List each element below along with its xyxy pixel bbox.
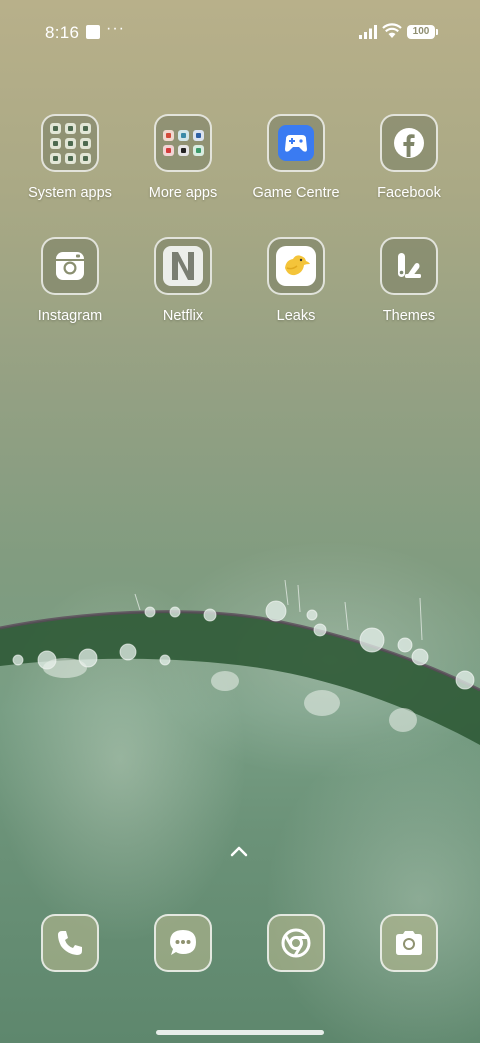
app-instagram[interactable]: Instagram [14, 237, 126, 324]
folder-icon [41, 114, 99, 172]
app-themes[interactable]: Themes [353, 237, 465, 324]
chrome-icon [267, 914, 325, 972]
phone-icon [41, 914, 99, 972]
app-label: System apps [28, 185, 112, 201]
app-label: Netflix [162, 308, 204, 324]
app-label: More apps [148, 185, 218, 201]
message-icon [154, 914, 212, 972]
dock-chrome[interactable] [267, 914, 325, 972]
dock-phone[interactable] [41, 914, 99, 972]
battery-icon: 100 [407, 25, 438, 39]
dock-camera[interactable] [380, 914, 438, 972]
app-drawer-chevron-up-icon[interactable] [229, 844, 249, 858]
app-label: Facebook [377, 185, 441, 201]
app-label: Leaks [276, 308, 316, 324]
home-indicator-bar[interactable] [156, 1030, 324, 1035]
themes-icon [380, 237, 438, 295]
camera-icon [380, 914, 438, 972]
game-controller-icon [267, 114, 325, 172]
notification-square-icon [86, 25, 100, 39]
status-bar: 8:16 ··· 100 [0, 0, 480, 64]
signal-icon [359, 25, 377, 39]
app-label: Themes [382, 308, 436, 324]
camera-icon [41, 237, 99, 295]
app-label: Instagram [37, 308, 103, 324]
app-more-apps[interactable]: More apps [127, 114, 239, 201]
app-game-centre[interactable]: Game Centre [240, 114, 352, 201]
more-notifications-indicator: ··· [106, 20, 125, 37]
dock-messages[interactable] [154, 914, 212, 972]
app-leaks[interactable]: Leaks [240, 237, 352, 324]
app-netflix[interactable]: Netflix [127, 237, 239, 324]
folder-icon [154, 114, 212, 172]
app-label: Game Centre [252, 185, 340, 201]
app-system-apps[interactable]: System apps [14, 114, 126, 201]
status-time: 8:16 [45, 23, 80, 42]
netflix-icon [154, 237, 212, 295]
bird-icon [267, 237, 325, 295]
facebook-icon [380, 114, 438, 172]
app-facebook[interactable]: Facebook [353, 114, 465, 201]
wifi-icon [382, 23, 402, 38]
